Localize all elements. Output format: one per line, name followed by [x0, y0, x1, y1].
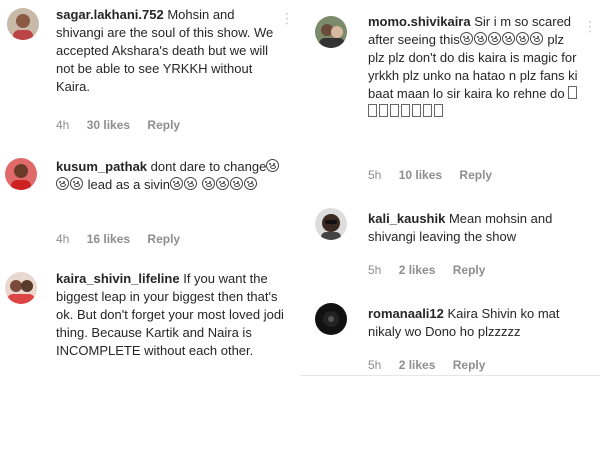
emoji-icon [515, 32, 529, 45]
comment-likes[interactable]: 16 likes [87, 232, 130, 246]
missing-glyph-icon [390, 104, 399, 117]
comment-time: 4h [56, 232, 70, 246]
emoji-icon [243, 177, 257, 190]
reply-button[interactable]: Reply [453, 263, 486, 277]
avatar[interactable] [5, 158, 37, 190]
comment-time: 4h [56, 118, 70, 132]
avatar[interactable] [315, 208, 347, 240]
comment-likes[interactable]: 10 likes [399, 168, 442, 182]
missing-glyph-icon [412, 104, 421, 117]
avatar[interactable] [315, 16, 347, 48]
emoji-icon [201, 177, 215, 190]
avatar[interactable] [5, 272, 37, 304]
comment-body: romanaali12 Kaira Shivin ko mat nikaly w… [368, 305, 580, 341]
reply-button[interactable]: Reply [147, 118, 180, 132]
missing-glyph-icon [434, 104, 443, 117]
comment-username[interactable]: romanaali12 [368, 306, 444, 321]
emoji-icon [170, 177, 184, 190]
emoji-icon [487, 32, 501, 45]
comment-username[interactable]: kusum_pathak [56, 159, 147, 174]
comment-body: sagar.lakhani.752 Mohsin and shivangi ar… [56, 6, 281, 96]
emoji-icon [215, 177, 229, 190]
comment-username[interactable]: kali_kaushik [368, 211, 445, 226]
comment-time: 5h [368, 358, 382, 372]
missing-glyph-icon [401, 104, 410, 117]
emoji-icon [184, 177, 198, 190]
comment-likes[interactable]: 30 likes [87, 118, 130, 132]
comment-body: momo.shivikaira Sir i m so scared after … [368, 13, 580, 121]
missing-glyph-icon [423, 104, 432, 117]
emoji-icon [501, 32, 515, 45]
comment-meta: 4h 16 likes Reply [56, 232, 194, 246]
more-options-icon[interactable]: ⋮ [280, 10, 295, 27]
avatar[interactable] [7, 8, 39, 40]
reply-button[interactable]: Reply [453, 358, 486, 372]
comment-username[interactable]: sagar.lakhani.752 [56, 7, 164, 22]
comment-meta: 5h 10 likes Reply [368, 168, 506, 182]
comment-text: dont dare to change [150, 159, 267, 174]
comment-meta: 5h 2 likes Reply [368, 263, 499, 277]
left-comment-column: sagar.lakhani.752 Mohsin and shivangi ar… [0, 0, 295, 400]
comment-likes[interactable]: 2 likes [399, 358, 436, 372]
emoji-icon [529, 32, 543, 45]
emoji-icon [459, 32, 473, 45]
comment-likes[interactable]: 2 likes [399, 263, 436, 277]
avatar[interactable] [315, 303, 347, 335]
missing-glyph-icon [568, 86, 578, 99]
comment-body: kaira_shivin_lifeline If you want the bi… [56, 270, 284, 360]
comment-meta: 5h 2 likes Reply [368, 358, 499, 372]
missing-glyph-icon [368, 104, 377, 117]
missing-glyph-icon [379, 104, 388, 117]
comment-time: 5h [368, 168, 382, 182]
comment-text-continued: lead as a sivin [87, 177, 171, 192]
right-comment-column: momo.shivikaira Sir i m so scared after … [300, 0, 600, 376]
comment-time: 5h [368, 263, 382, 277]
comment-body: kusum_pathak dont dare to change lead as… [56, 158, 281, 194]
comment-meta: 4h 30 likes Reply [56, 118, 194, 132]
emoji-icon [229, 177, 243, 190]
more-options-icon[interactable]: ⋮ [583, 18, 598, 35]
reply-button[interactable]: Reply [459, 168, 492, 182]
emoji-icon [70, 177, 83, 190]
emoji-icon [266, 159, 280, 172]
emoji-icon [473, 32, 487, 45]
comment-body: kali_kaushik Mean mohsin and shivangi le… [368, 210, 580, 246]
comment-username[interactable]: momo.shivikaira [368, 14, 471, 29]
emoji-icon [56, 177, 69, 190]
comment-username[interactable]: kaira_shivin_lifeline [56, 271, 180, 286]
reply-button[interactable]: Reply [147, 232, 180, 246]
